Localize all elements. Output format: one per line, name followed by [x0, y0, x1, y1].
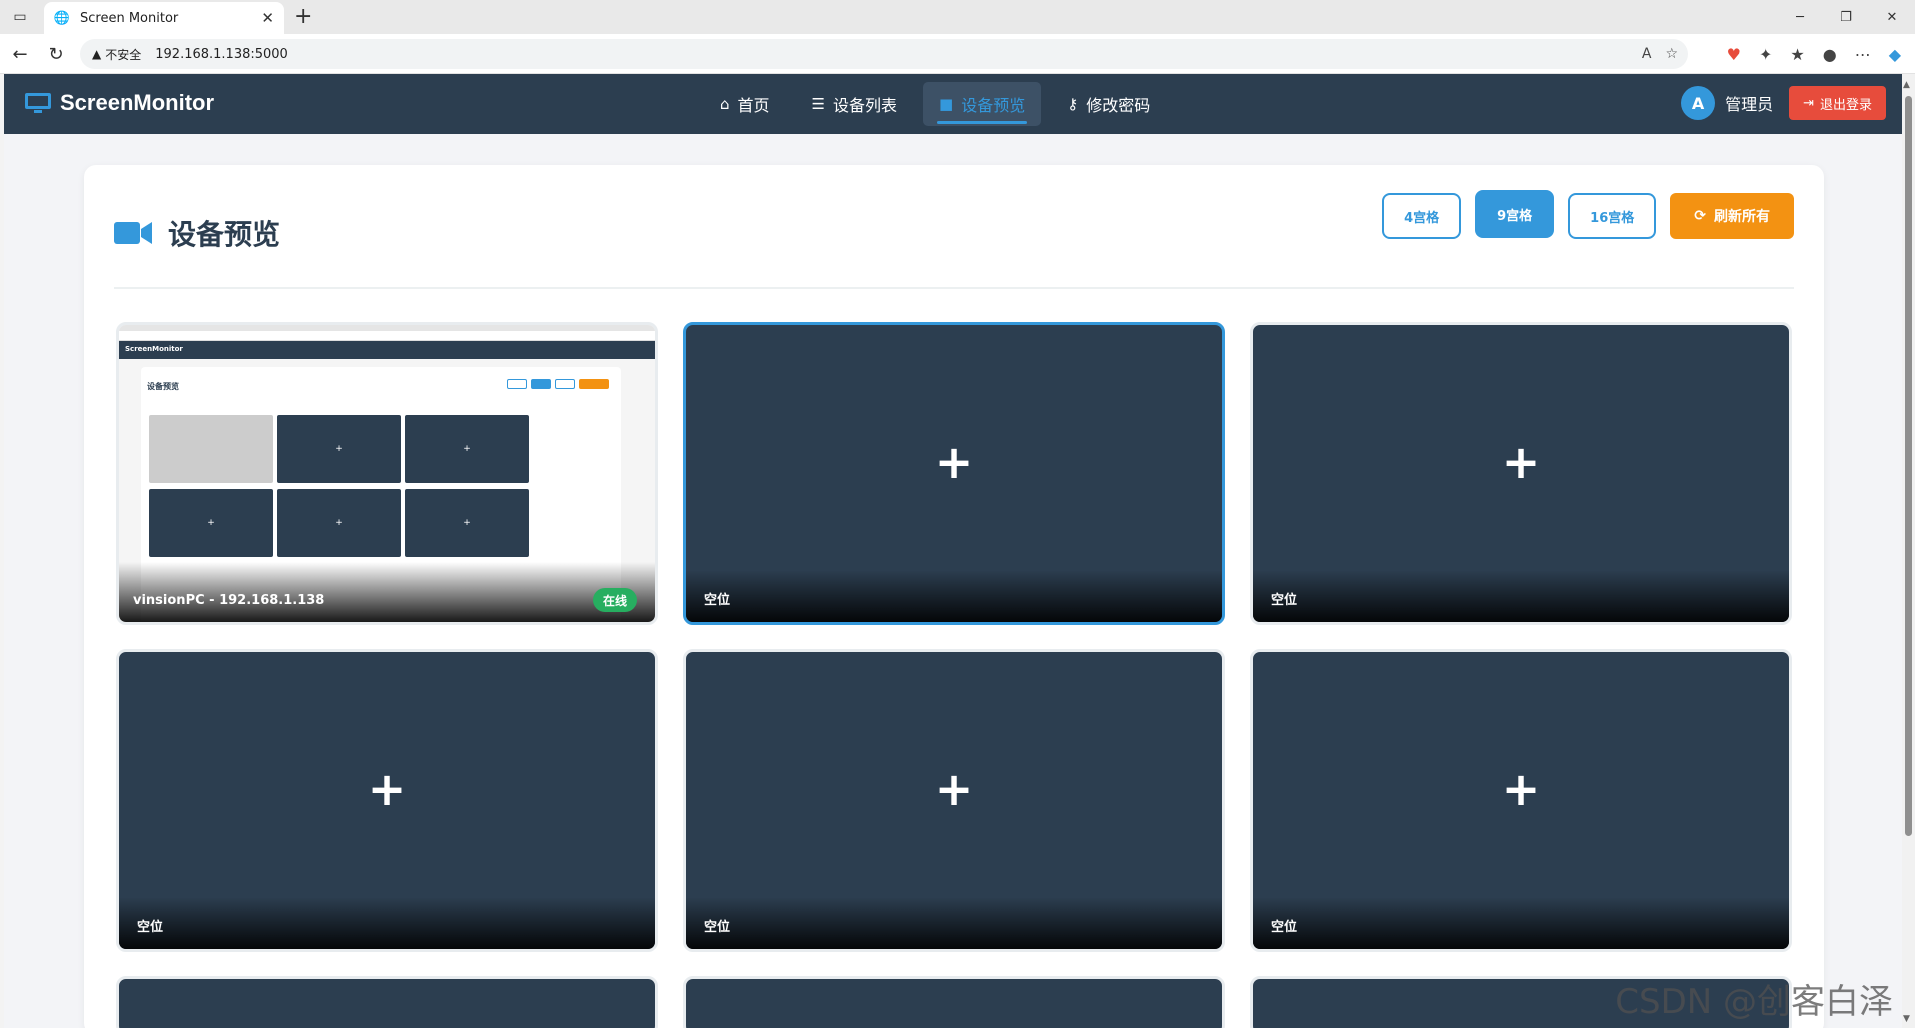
add-icon[interactable]: +: [368, 766, 407, 812]
window-controls: ─ ❐ ✕: [1777, 0, 1915, 34]
scroll-down-icon[interactable]: ▼: [1903, 1014, 1910, 1024]
main-nav: ⌂ 首页 ☰ 设备列表 ■ 设备预览 ⚷ 修改密码: [704, 82, 1166, 126]
reload-icon[interactable]: ↻: [44, 42, 68, 66]
logout-label: 退出登录: [1819, 97, 1872, 113]
add-icon[interactable]: +: [1502, 439, 1541, 485]
cell-caption: [119, 562, 655, 622]
list-icon: ☰: [811, 95, 825, 113]
slot-label: 空位: [686, 897, 1222, 949]
nav-change-password[interactable]: ⚷ 修改密码: [1051, 82, 1166, 126]
tab-title: Screen Monitor: [80, 10, 179, 26]
video-icon: ■: [939, 95, 954, 113]
close-window-icon[interactable]: ✕: [1869, 0, 1915, 34]
nav-change-password-label: 修改密码: [1086, 96, 1151, 115]
sign-out-icon: ⇥: [1803, 95, 1814, 111]
key-icon: ⚷: [1067, 95, 1079, 113]
browser-tab[interactable]: 🌐 Screen Monitor ✕: [44, 2, 284, 34]
device-cell[interactable]: ScreenMonitor 设备预览 + + + + + vinsionPC -…: [116, 322, 658, 625]
thumbnail-brand: ScreenMonitor: [125, 345, 183, 353]
app-header: ScreenMonitor ⌂ 首页 ☰ 设备列表 ■ 设备预览 ⚷ 修改密码 …: [4, 74, 1902, 134]
profile-icon[interactable]: ●: [1823, 45, 1837, 64]
more-menu-icon[interactable]: ⋯: [1855, 45, 1871, 64]
page-title: 设备预览: [114, 213, 280, 253]
nav-device-list-label: 设备列表: [833, 96, 898, 115]
home-icon: ⌂: [720, 95, 730, 113]
avatar[interactable]: A: [1681, 86, 1716, 120]
user-name: 管理员: [1725, 95, 1774, 114]
address-toolbar: ← ↻ ▲ 不安全 192.168.1.138:5000 A ☆ ♥ ✦ ★ ●…: [0, 34, 1915, 74]
nav-device-preview[interactable]: ■ 设备预览: [923, 82, 1042, 126]
slot-label: 空位: [1253, 897, 1789, 949]
new-tab-button[interactable]: +: [294, 4, 312, 29]
extensions-puzzle-icon[interactable]: ✦: [1759, 45, 1772, 64]
copilot-icon[interactable]: ◆: [1889, 45, 1901, 64]
nav-home[interactable]: ⌂ 首页: [704, 82, 786, 126]
preview-card: 设备预览 4宫格 9宫格 16宫格 ⟳ 刷新所有 ScreenMonitor 设…: [84, 165, 1824, 1028]
address-bar[interactable]: ▲ 不安全 192.168.1.138:5000 A ☆: [80, 39, 1688, 69]
warning-icon: ▲: [92, 47, 102, 61]
page-scrollbar[interactable]: ▲ ▼: [1902, 74, 1915, 1028]
nav-device-preview-label: 设备预览: [961, 96, 1026, 115]
insecure-label: 不安全: [105, 47, 142, 62]
favorites-icon[interactable]: ★: [1790, 45, 1804, 64]
status-badge: 在线: [592, 588, 637, 612]
slot-label: 空位: [119, 897, 655, 949]
layout-4-button[interactable]: 4宫格: [1382, 193, 1462, 239]
close-tab-icon[interactable]: ✕: [261, 9, 274, 27]
empty-slot[interactable]: + 空位: [116, 649, 658, 952]
slot-label: 空位: [1253, 570, 1789, 622]
nav-home-label: 首页: [737, 96, 770, 115]
favorite-star-icon[interactable]: ☆: [1665, 46, 1678, 62]
preview-grid: ScreenMonitor 设备预览 + + + + + vinsionPC -…: [116, 322, 1792, 1028]
brand-name: ScreenMonitor: [60, 90, 215, 115]
logout-button[interactable]: ⇥ 退出登录: [1789, 86, 1886, 120]
refresh-icon: ⟳: [1694, 208, 1706, 224]
nav-device-list[interactable]: ☰ 设备列表: [796, 82, 913, 126]
add-icon[interactable]: +: [935, 766, 974, 812]
globe-icon: 🌐: [53, 10, 71, 26]
empty-slot[interactable]: + 空位: [683, 322, 1225, 625]
scrollbar-thumb[interactable]: [1905, 96, 1912, 836]
scroll-up-icon[interactable]: ▲: [1903, 80, 1910, 90]
thumbnail-title: 设备预览: [147, 382, 179, 391]
empty-slot[interactable]: + 空位: [1250, 649, 1792, 952]
read-aloud-icon[interactable]: A: [1642, 46, 1652, 62]
watermark: CSDN @创客白泽: [1615, 982, 1893, 1022]
layout-9-button[interactable]: 9宫格: [1475, 190, 1555, 238]
minimize-icon[interactable]: ─: [1777, 0, 1823, 34]
empty-slot[interactable]: [116, 976, 658, 1028]
brand-logo[interactable]: ScreenMonitor: [24, 90, 214, 116]
refresh-all-button[interactable]: ⟳ 刷新所有: [1670, 193, 1794, 239]
page-title-text: 设备预览: [168, 218, 281, 251]
empty-slot[interactable]: [683, 976, 1225, 1028]
empty-slot[interactable]: + 空位: [1250, 322, 1792, 625]
monitor-icon: [25, 93, 51, 113]
layout-toolbar: 4宫格 9宫格 16宫格 ⟳ 刷新所有: [1382, 190, 1794, 239]
extension-icon[interactable]: ♥: [1727, 45, 1741, 64]
refresh-all-label: 刷新所有: [1714, 209, 1770, 225]
url-text: 192.168.1.138:5000: [155, 46, 288, 62]
divider: [114, 287, 1794, 289]
empty-slot[interactable]: + 空位: [683, 649, 1225, 952]
device-label: vinsionPC - 192.168.1.138: [133, 593, 325, 608]
add-icon[interactable]: +: [1502, 766, 1541, 812]
slot-label: 空位: [686, 570, 1222, 622]
tab-actions-icon[interactable]: ▭: [10, 7, 30, 27]
back-icon[interactable]: ←: [8, 42, 32, 66]
browser-tabbar: ▭ 🌐 Screen Monitor ✕ + ─ ❐ ✕: [0, 0, 1915, 34]
restore-icon[interactable]: ❐: [1823, 0, 1869, 34]
add-icon[interactable]: +: [935, 439, 974, 485]
user-area: A 管理员 ⇥ 退出登录: [1681, 86, 1886, 120]
video-camera-icon: [114, 222, 152, 244]
layout-16-button[interactable]: 16宫格: [1568, 193, 1657, 239]
